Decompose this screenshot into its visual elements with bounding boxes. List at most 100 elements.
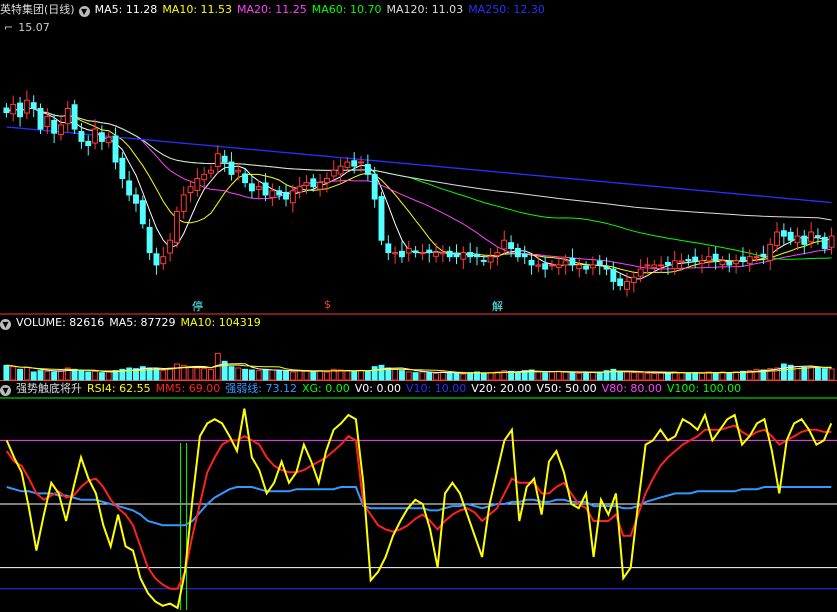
indicator-rsi4: RSI4: 62.55	[87, 382, 151, 395]
stock-title: 英特集团(日线)	[0, 3, 75, 16]
volume-bar	[208, 368, 214, 381]
volume-bar	[248, 369, 255, 381]
volume-bar	[323, 371, 330, 381]
candle-body	[119, 157, 126, 179]
volume-bar	[235, 367, 242, 381]
candle-body	[221, 155, 228, 163]
strength-line	[6, 486, 832, 527]
indicator-mm5: MM5: 69.00	[155, 382, 221, 395]
volume-bar	[808, 366, 815, 381]
candle-body	[767, 243, 774, 261]
volume-bar	[194, 367, 201, 381]
indicator-ma10: MA10: 104319	[180, 316, 261, 329]
volume-bar	[637, 372, 644, 381]
volume-bar	[92, 370, 99, 381]
volume-bar	[562, 371, 569, 381]
candle-body	[201, 173, 208, 181]
volume-bar	[692, 372, 699, 381]
volume-bar	[678, 372, 685, 381]
candle-body	[821, 236, 828, 249]
volume-bar	[412, 372, 419, 381]
high-price-value: 15.07	[18, 21, 50, 34]
candle-body	[549, 264, 555, 267]
candle-body	[289, 190, 296, 204]
candle-body	[85, 140, 92, 147]
indicator-name: 强弱线	[225, 382, 259, 395]
candle-body	[603, 266, 610, 270]
candle-body	[180, 194, 187, 212]
indicator-name: MA60	[311, 3, 343, 16]
candle-body	[576, 264, 583, 270]
indicator-lines	[5, 408, 833, 610]
volume-bar	[30, 371, 37, 381]
volume-bar	[630, 372, 637, 381]
candle-body	[269, 190, 276, 198]
indicator-value: 50.00	[565, 382, 597, 395]
candle-body	[630, 276, 637, 284]
indicator-value: 80.00	[630, 382, 662, 395]
candle-body	[828, 235, 835, 248]
volume-bar	[439, 371, 446, 381]
indicator-panel-toggle-button[interactable]: ▼	[0, 385, 11, 396]
candle-body	[37, 107, 44, 130]
volume-bar	[535, 371, 542, 381]
volume-bar	[317, 370, 324, 381]
volume-bar	[71, 368, 78, 381]
volume-bar	[392, 368, 399, 381]
candle-body	[535, 264, 542, 267]
indicator-xg: XG: 0.00	[301, 382, 350, 395]
volume-bar	[17, 368, 24, 381]
candle-body	[187, 186, 194, 193]
indicator-value: 11.28	[125, 3, 158, 16]
volume-bar	[426, 372, 433, 381]
indicator-ma20: MA20: 11.25	[237, 3, 307, 16]
indicator-name: MA250	[468, 3, 507, 16]
indicator-v50: V50: 50.00	[536, 382, 597, 395]
candle-body	[337, 165, 344, 175]
candle-body	[671, 260, 678, 270]
indicator-ma5: MA5: 87729	[109, 316, 176, 329]
volume-bar	[105, 371, 112, 381]
candle-body	[112, 135, 119, 163]
candle-body	[733, 260, 740, 265]
indicator-value: 11.03	[431, 3, 464, 16]
indicator-value: 12.30	[513, 3, 545, 16]
indicator-name: V10	[405, 382, 428, 395]
candle-body	[255, 186, 262, 191]
candle-body	[480, 259, 487, 262]
indicator-name: XG	[301, 382, 319, 395]
volume-bar	[37, 370, 44, 381]
indicator-value: 82616	[69, 316, 105, 329]
indicator-name: MA120	[386, 3, 425, 16]
candle-body	[658, 264, 665, 267]
candle-body	[23, 99, 30, 114]
volume-bar	[514, 371, 521, 381]
volume-bar	[296, 370, 303, 381]
volume-bar	[228, 366, 235, 381]
indicator-toggle-button[interactable]: ▼	[78, 6, 90, 17]
volume-bar	[371, 366, 378, 381]
candle-body	[617, 278, 624, 287]
candle-body	[398, 250, 405, 258]
candle-body	[624, 280, 630, 290]
volume-bar	[814, 367, 821, 381]
volume-toggle-button[interactable]: ▼	[0, 319, 11, 330]
indicator-value: 87729	[140, 316, 176, 329]
candle-body	[746, 256, 753, 264]
volume-bar	[542, 372, 549, 381]
volume-bar	[201, 368, 208, 381]
volume-bar	[576, 372, 583, 381]
volume-bar	[658, 372, 665, 381]
candle-body	[419, 252, 426, 255]
volume-bar	[173, 363, 180, 381]
volume-bar	[549, 371, 555, 381]
volume-bars	[3, 352, 835, 381]
candle-body	[167, 239, 174, 254]
volume-bar	[153, 368, 160, 381]
candle-body	[3, 107, 10, 114]
indicator-value: 0.00	[376, 382, 401, 395]
candle-body	[405, 247, 412, 254]
volume-bar	[699, 372, 705, 381]
candle-body	[494, 252, 501, 256]
volume-bar	[726, 372, 733, 381]
